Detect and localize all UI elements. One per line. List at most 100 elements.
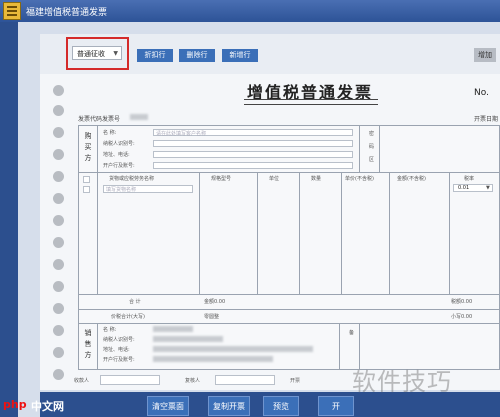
binding-hole bbox=[53, 347, 64, 358]
seller-address-label: 地址、电话: bbox=[103, 347, 130, 353]
remark-label: 备 bbox=[349, 330, 355, 336]
binding-hole bbox=[53, 85, 64, 96]
col-tax-rate: 税率 bbox=[464, 176, 475, 182]
grand-total-label: 价税合计(大写) bbox=[111, 314, 145, 320]
divider bbox=[299, 172, 300, 294]
divider bbox=[339, 323, 340, 370]
payee-label: 收款人 bbox=[74, 378, 90, 384]
divider bbox=[341, 172, 342, 294]
total-amount: 金额0.00 bbox=[204, 299, 226, 305]
seller-name-label: 名 称: bbox=[103, 327, 117, 333]
chevron-down-icon: ▼ bbox=[486, 185, 490, 191]
divider bbox=[79, 323, 499, 324]
seller-section-label: 销售方 bbox=[84, 329, 92, 359]
binding-hole bbox=[53, 259, 64, 270]
seller-bank-label: 开户行及账号: bbox=[103, 357, 135, 363]
invoice-table: 购买方 名 称: 纳税人识别号: 地址、电话: 开户行及账号: 请在此处填写客户… bbox=[78, 125, 500, 370]
invoice-date-label: 开票日期 bbox=[474, 116, 499, 123]
divider bbox=[79, 172, 499, 173]
php-logo: php bbox=[3, 398, 27, 411]
redacted-seller-address bbox=[153, 346, 313, 352]
invoice-code-label: 发票代码发票号 bbox=[78, 116, 121, 123]
divider bbox=[359, 126, 360, 172]
buyer-taxid-input[interactable] bbox=[153, 140, 353, 147]
binding-hole bbox=[53, 127, 64, 138]
buyer-bank-input[interactable] bbox=[153, 162, 353, 169]
buyer-name-placeholder: 请在此处填写客户名称 bbox=[156, 131, 207, 137]
title-underline bbox=[244, 99, 378, 105]
binding-hole bbox=[53, 237, 64, 248]
col-amount: 金额(不含税) bbox=[397, 176, 426, 182]
redacted-seller-taxid bbox=[153, 336, 223, 342]
buyer-bank-label: 开户行及账号: bbox=[103, 163, 135, 169]
issue-button[interactable]: 开 bbox=[318, 396, 354, 416]
buyer-address-label: 地址、电话: bbox=[103, 152, 130, 158]
binding-hole bbox=[53, 303, 64, 314]
item-name-placeholder: 填写货物名称 bbox=[106, 187, 137, 193]
buyer-address-input[interactable] bbox=[153, 151, 353, 158]
delete-row-button[interactable]: 删除行 bbox=[179, 49, 215, 62]
buyer-name-input[interactable]: 请在此处填写客户名称 bbox=[153, 129, 353, 137]
seller-taxid-label: 纳税人识别号: bbox=[103, 337, 135, 343]
binding-hole bbox=[53, 105, 64, 116]
binding-hole bbox=[53, 149, 64, 160]
highlight-box bbox=[66, 37, 129, 70]
binding-hole bbox=[53, 281, 64, 292]
binding-hole bbox=[53, 171, 64, 182]
total-tax: 税额0.00 bbox=[451, 299, 473, 305]
watermark: 软件技巧 bbox=[352, 368, 452, 396]
drawer-label: 开票 bbox=[290, 378, 301, 384]
payee-select[interactable] bbox=[100, 375, 160, 385]
add-button[interactable]: 增加 bbox=[474, 48, 496, 62]
cipher-label-2: 码 bbox=[369, 144, 375, 150]
row-checkbox[interactable] bbox=[83, 186, 90, 193]
divider bbox=[97, 323, 98, 370]
buyer-name-label: 名 称: bbox=[103, 130, 117, 136]
preview-button[interactable]: 预览 bbox=[263, 396, 299, 416]
item-name-input[interactable]: 填写货物名称 bbox=[103, 185, 193, 193]
reviewer-label: 复核人 bbox=[185, 378, 201, 384]
divider bbox=[79, 309, 499, 310]
invoice-number-label: No. bbox=[474, 88, 489, 98]
discount-row-button[interactable]: 折扣行 bbox=[137, 49, 173, 62]
divider bbox=[199, 172, 200, 294]
binding-hole bbox=[53, 369, 64, 380]
divider bbox=[97, 172, 98, 294]
title-bar: 福建增值税普通发票 bbox=[0, 0, 500, 22]
binding-hole bbox=[53, 325, 64, 336]
grand-total-words: 零圆整 bbox=[204, 314, 220, 320]
buyer-taxid-label: 纳税人识别号: bbox=[103, 141, 135, 147]
col-price: 单价(不含税) bbox=[345, 176, 374, 182]
row-checkbox[interactable] bbox=[83, 176, 90, 183]
site-name: 中文网 bbox=[31, 400, 64, 413]
cipher-label-1: 密 bbox=[369, 131, 375, 137]
binding-hole bbox=[53, 193, 64, 204]
tax-rate-select[interactable]: 0.01 ▼ bbox=[453, 184, 493, 192]
add-row-button[interactable]: 新增行 bbox=[222, 49, 258, 62]
window-title: 福建增值税普通发票 bbox=[26, 8, 108, 18]
divider bbox=[257, 172, 258, 294]
redacted-code bbox=[130, 114, 148, 120]
col-name: 货物或应税劳务名称 bbox=[109, 176, 155, 182]
divider bbox=[389, 172, 390, 294]
tax-rate-value: 0.01 bbox=[458, 185, 470, 191]
binding-hole bbox=[53, 215, 64, 226]
col-spec: 规格型号 bbox=[211, 176, 232, 182]
app-icon bbox=[3, 2, 21, 20]
clear-invoice-button[interactable]: 清空票面 bbox=[147, 396, 189, 416]
redacted-seller-bank bbox=[153, 356, 273, 362]
cipher-label-3: 区 bbox=[369, 157, 375, 163]
buyer-section-label: 购买方 bbox=[84, 132, 92, 162]
col-qty: 数量 bbox=[311, 176, 322, 182]
copy-invoice-button[interactable]: 复制开票 bbox=[208, 396, 250, 416]
divider bbox=[379, 126, 380, 172]
divider bbox=[79, 294, 499, 295]
divider bbox=[449, 172, 450, 294]
reviewer-select[interactable] bbox=[215, 375, 275, 385]
redacted-seller-name bbox=[153, 326, 193, 332]
grand-total-small: 小写0.00 bbox=[451, 314, 473, 320]
divider bbox=[97, 126, 98, 172]
binding-holes bbox=[53, 85, 65, 385]
total-label: 合 计 bbox=[129, 299, 141, 305]
col-unit: 单位 bbox=[269, 176, 280, 182]
